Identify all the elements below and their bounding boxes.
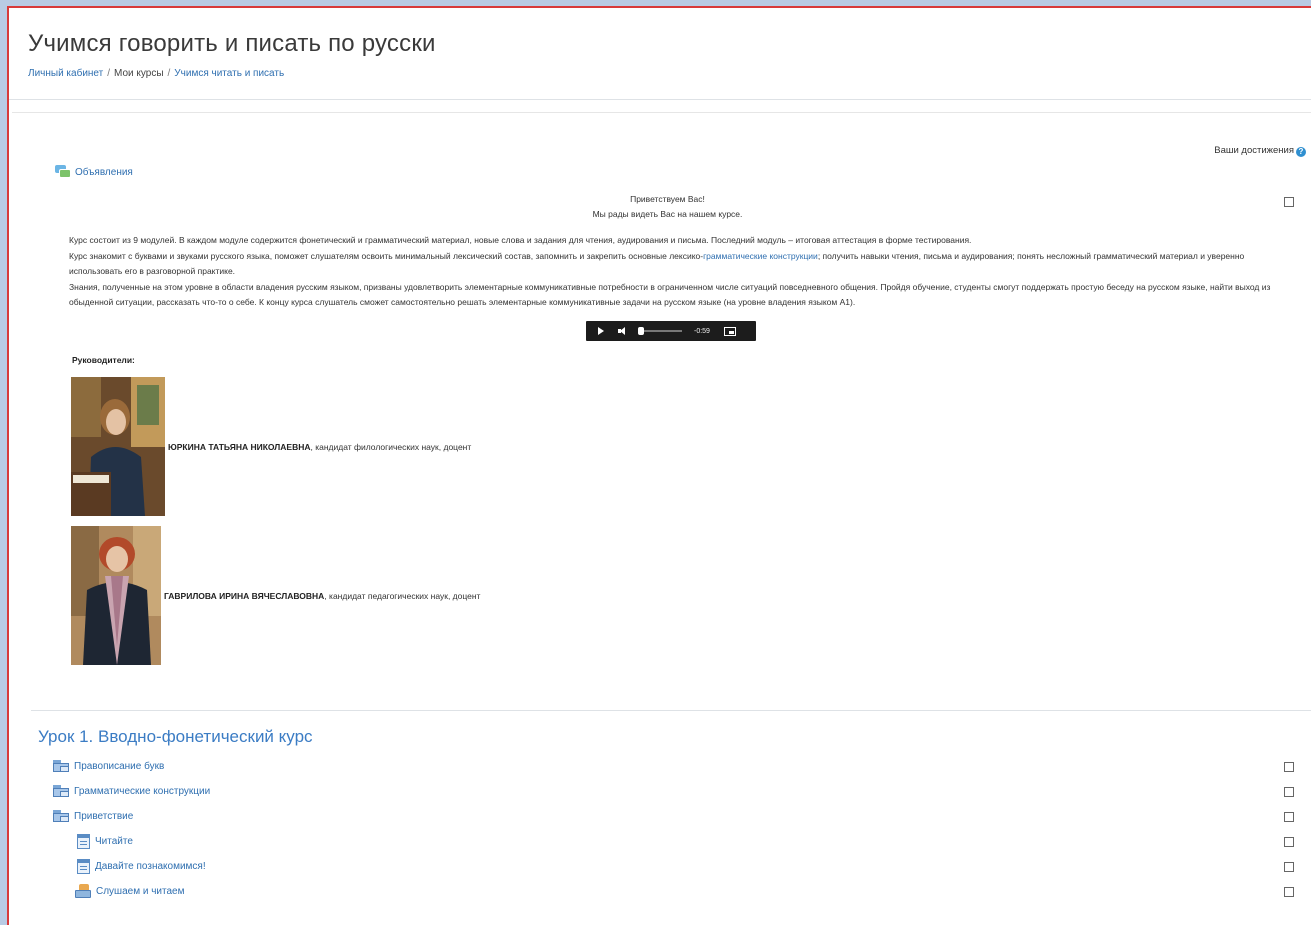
page-title: Учимся говорить и писать по русски	[28, 30, 436, 57]
play-icon[interactable]	[598, 327, 604, 335]
audio-player[interactable]: -0:59	[586, 321, 756, 341]
folder-icon	[53, 809, 70, 823]
description-paragraph-2-start: Курс знакомит с буквами и звуками русско…	[69, 250, 704, 261]
activity-label: Читайте	[95, 836, 133, 847]
leaders-heading: Руководители:	[72, 355, 135, 365]
audio-time: -0:59	[694, 327, 710, 335]
folder-icon	[53, 784, 70, 798]
course-content: Ваши достижения? Объявления Приветствуем…	[12, 112, 1311, 925]
audio-progress-knob[interactable]	[638, 327, 644, 335]
breadcrumb: Личный кабинет / Мои курсы / Учимся читать и…	[28, 68, 284, 79]
activity-label: Слушаем и читаем	[96, 886, 185, 897]
page-icon	[77, 834, 91, 849]
activity-listen-read[interactable]: Слушаем и читаем	[75, 884, 184, 899]
activity-greeting[interactable]: Приветствие	[53, 809, 133, 823]
announcements-label: Объявления	[75, 166, 133, 178]
activity-label: Приветствие	[74, 810, 134, 822]
course-description: Курс состоит из 9 модулей. В каждом моду…	[69, 233, 1279, 311]
welcome-text: Мы рады видеть Вас на нашем курсе.	[592, 209, 743, 219]
section-divider	[31, 710, 1311, 711]
forum-icon	[55, 165, 71, 179]
completion-checkbox-grammar[interactable]	[1284, 787, 1294, 797]
achievements-link[interactable]: Ваши достижения?	[1214, 145, 1306, 157]
description-paragraph-3: Знания, полученные на этом уровне в обла…	[69, 281, 1271, 308]
completion-checkbox-listen-read[interactable]	[1284, 887, 1294, 897]
leader-name: ЮРКИНА ТАТЬЯНА НИКОЛАЕВНА	[168, 442, 311, 452]
leader-photo-1-image	[71, 377, 165, 516]
breadcrumb-separator: /	[167, 68, 171, 79]
completion-checkbox-announcements[interactable]	[1284, 197, 1294, 207]
completion-checkbox-get-acquainted[interactable]	[1284, 862, 1294, 872]
leader-photo-2-image	[71, 526, 161, 665]
leader-degree: , кандидат филологических наук, доцент	[310, 442, 472, 452]
breadcrumb-home-link[interactable]: Личный кабинет	[28, 68, 103, 79]
grammar-constructions-link[interactable]: грамматические конструкции	[703, 251, 818, 261]
activity-label: Грамматические конструкции	[74, 785, 211, 797]
page-icon	[77, 859, 91, 874]
completion-checkbox-greeting[interactable]	[1284, 812, 1294, 822]
activity-read[interactable]: Читайте	[77, 834, 133, 849]
announcements-link[interactable]: Объявления	[55, 165, 133, 179]
page-header: Учимся говорить и писать по русски Личны…	[9, 8, 1311, 100]
folder-icon	[53, 759, 70, 773]
leader-photo-1	[71, 377, 165, 516]
activity-grammar-constructions[interactable]: Грамматические конструкции	[53, 784, 210, 798]
description-paragraph-1: Курс состоит из 9 модулей. В каждом моду…	[69, 235, 972, 245]
description-paragraph-2: Курс знакомит с буквами и звуками русско…	[69, 249, 1279, 280]
greeting-text: Приветствуем Вас!	[630, 194, 705, 204]
leader-caption-1: ЮРКИНА ТАТЬЯНА НИКОЛАЕВНА, кандидат фило…	[168, 442, 471, 452]
breadcrumb-current-course-link[interactable]: Учимся читать и писать	[174, 68, 284, 79]
help-icon[interactable]: ?	[1296, 147, 1306, 157]
leader-caption-2: ГАВРИЛОВА ИРИНА ВЯЧЕСЛАВОВНА, кандидат п…	[164, 591, 480, 601]
activity-get-acquainted[interactable]: Давайте познакомимся!	[77, 859, 206, 874]
page-frame: Учимся говорить и писать по русски Личны…	[7, 6, 1311, 925]
breadcrumb-my-courses[interactable]: Мои курсы	[114, 68, 164, 79]
section-title[interactable]: Урок 1. Вводно-фонетический курс	[38, 727, 313, 747]
lesson-icon	[75, 884, 92, 899]
completion-checkbox-spelling[interactable]	[1284, 762, 1294, 772]
completion-checkbox-read[interactable]	[1284, 837, 1294, 847]
breadcrumb-separator: /	[107, 68, 111, 79]
activity-label: Давайте познакомимся!	[95, 861, 206, 872]
picture-in-picture-icon[interactable]	[723, 326, 736, 336]
leader-name: ГАВРИЛОВА ИРИНА ВЯЧЕСЛАВОВНА	[164, 591, 325, 601]
activity-label: Правописание букв	[74, 760, 165, 772]
leader-degree: , кандидат педагогических наук, доцент	[324, 591, 481, 601]
volume-icon[interactable]	[618, 327, 628, 335]
leader-photo-2	[71, 526, 161, 665]
activity-spelling[interactable]: Правописание букв	[53, 759, 164, 773]
achievements-label: Ваши достижения	[1214, 145, 1294, 156]
audio-progress-track[interactable]	[638, 327, 682, 335]
